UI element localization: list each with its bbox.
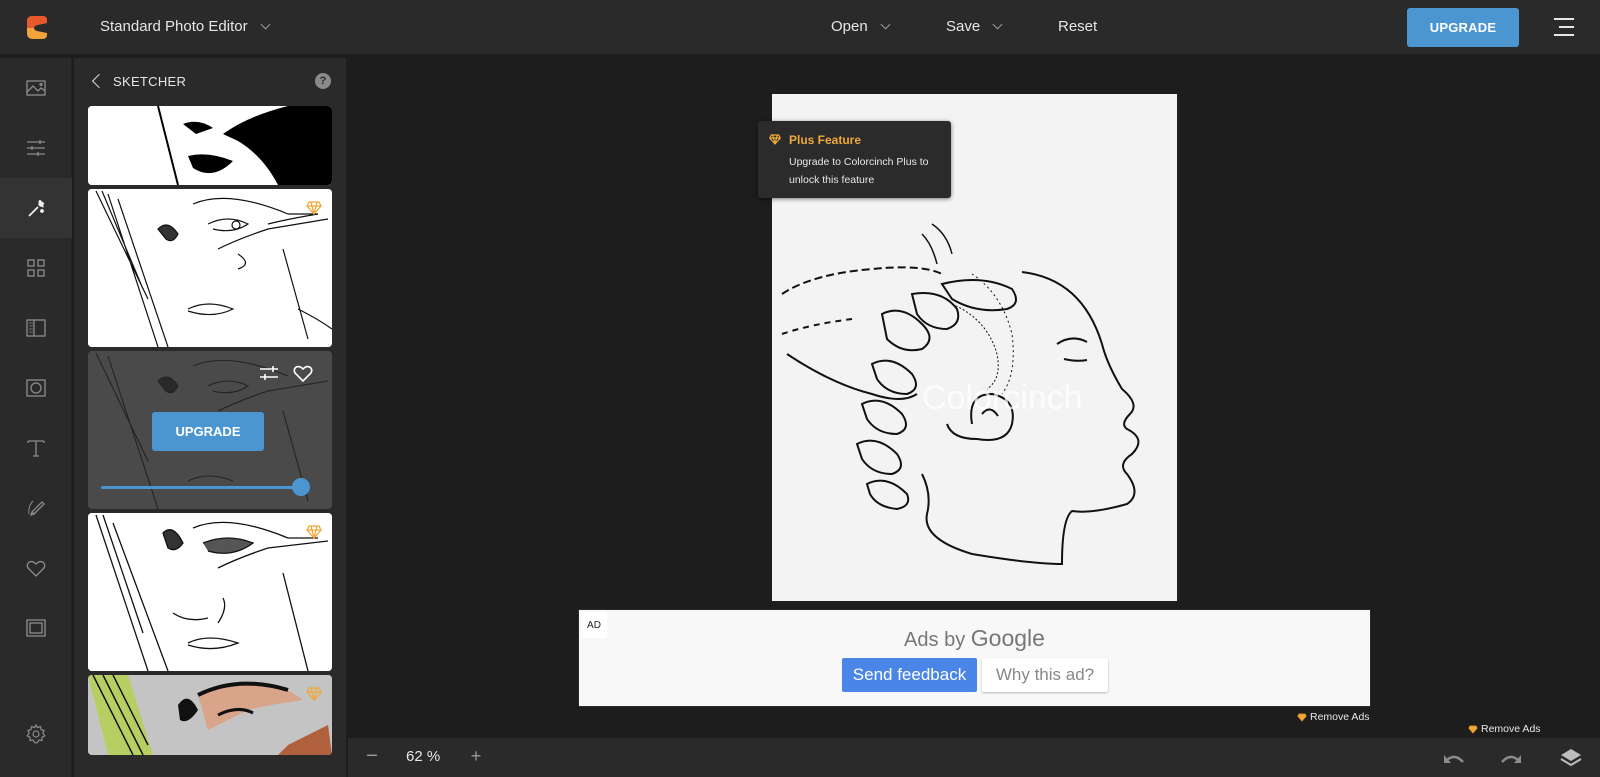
back-icon[interactable] bbox=[88, 72, 106, 92]
sidebar-item-frames[interactable] bbox=[0, 358, 72, 418]
remove-ads-label: Remove Ads bbox=[1481, 723, 1541, 735]
redo-icon[interactable] bbox=[1499, 747, 1525, 769]
plus-gem-icon bbox=[769, 134, 781, 145]
adjust-settings-icon[interactable] bbox=[258, 363, 280, 383]
settings-icon bbox=[26, 723, 46, 744]
thumbnail-preview bbox=[88, 675, 332, 755]
plus-feature-tooltip: Plus Feature Upgrade to Colorcinch Plus … bbox=[758, 121, 951, 198]
help-icon[interactable]: ? bbox=[315, 73, 331, 89]
remove-ads-label: Remove Ads bbox=[1310, 711, 1370, 723]
tool-sidebar bbox=[0, 58, 72, 777]
remove-ads-link[interactable]: Remove Ads bbox=[1297, 711, 1370, 723]
save-label: Save bbox=[946, 18, 981, 35]
editor-mode-label: Standard Photo Editor bbox=[100, 18, 248, 35]
thumbnail-preview bbox=[88, 513, 332, 671]
sidebar-item-text[interactable] bbox=[0, 418, 72, 478]
reset-label: Reset bbox=[1058, 18, 1098, 35]
border-icon bbox=[26, 619, 46, 637]
ads-by-label: Ads by bbox=[904, 629, 966, 651]
effect-thumbnail[interactable] bbox=[88, 513, 332, 671]
zoom-out-button[interactable]: − bbox=[362, 745, 382, 767]
effect-thumbnail-list[interactable]: UPGRADE bbox=[88, 106, 332, 777]
grid-icon bbox=[27, 259, 45, 277]
plus-gem-icon bbox=[1468, 724, 1478, 734]
sidebar-item-layout[interactable] bbox=[0, 238, 72, 298]
effect-thumbnail[interactable] bbox=[88, 106, 332, 185]
google-label: Google bbox=[970, 625, 1045, 651]
reset-button[interactable]: Reset bbox=[1058, 18, 1097, 35]
effect-thumbnail[interactable] bbox=[88, 675, 332, 755]
magic-wand-icon bbox=[28, 200, 45, 217]
heart-icon bbox=[26, 560, 46, 577]
intensity-slider-handle[interactable] bbox=[292, 478, 310, 496]
thumbnail-preview bbox=[88, 189, 332, 347]
editor-mode-dropdown[interactable]: Standard Photo Editor bbox=[100, 18, 271, 35]
chevron-down-icon bbox=[992, 19, 1003, 30]
plus-gem-icon bbox=[1297, 712, 1307, 722]
why-this-ad-button[interactable]: Why this ad? bbox=[982, 658, 1108, 692]
chevron-down-icon bbox=[260, 19, 271, 30]
overlay-icon bbox=[26, 319, 46, 337]
plus-gem-icon bbox=[306, 201, 322, 215]
send-feedback-button[interactable]: Send feedback bbox=[842, 658, 977, 692]
vignette-icon bbox=[26, 379, 46, 397]
remove-ads-link-footer[interactable]: Remove Ads bbox=[1468, 723, 1541, 735]
plus-gem-icon bbox=[306, 525, 322, 539]
image-icon bbox=[26, 80, 46, 96]
zoom-in-button[interactable]: + bbox=[466, 746, 486, 766]
save-menu[interactable]: Save bbox=[946, 18, 1003, 35]
sidebar-item-favorites[interactable] bbox=[0, 538, 72, 598]
sliders-icon bbox=[27, 140, 45, 156]
open-label: Open bbox=[831, 18, 868, 35]
thumbnail-upgrade-button[interactable]: UPGRADE bbox=[152, 412, 264, 451]
zoom-level: 62 % bbox=[406, 748, 441, 765]
sidebar-item-draw[interactable] bbox=[0, 478, 72, 538]
favorite-heart-icon[interactable] bbox=[292, 363, 314, 383]
chevron-down-icon bbox=[880, 19, 891, 30]
intensity-slider-track[interactable] bbox=[101, 486, 301, 489]
plus-gem-icon bbox=[306, 687, 322, 701]
open-menu[interactable]: Open bbox=[831, 18, 891, 35]
pencil-icon bbox=[28, 500, 45, 517]
top-bar: Standard Photo Editor Open Save Reset UP… bbox=[0, 0, 1600, 56]
sidebar-item-adjust[interactable] bbox=[0, 118, 72, 178]
watermark: Colorcinch bbox=[922, 379, 1083, 417]
ad-banner: AD Ads by Google Send feedback Why this … bbox=[578, 609, 1371, 707]
thumbnail-preview bbox=[88, 106, 332, 185]
panel-title: SKETCHER bbox=[113, 74, 187, 89]
sidebar-item-effects[interactable] bbox=[0, 178, 72, 238]
text-icon bbox=[27, 440, 45, 457]
upgrade-button[interactable]: UPGRADE bbox=[1407, 8, 1519, 47]
sidebar-item-borders[interactable] bbox=[0, 598, 72, 658]
panel-header: SKETCHER ? bbox=[74, 58, 346, 106]
layers-icon[interactable] bbox=[1558, 747, 1584, 769]
tooltip-title: Plus Feature bbox=[789, 133, 862, 147]
sketcher-panel: SKETCHER ? UPGRADE bbox=[74, 58, 346, 777]
tooltip-body: Upgrade to Colorcinch Plus to unlock thi… bbox=[789, 156, 929, 186]
menu-icon[interactable] bbox=[1554, 18, 1574, 36]
sidebar-item-image[interactable] bbox=[0, 58, 72, 118]
ads-by-google: Ads by Google bbox=[579, 625, 1370, 652]
colorcinch-logo[interactable] bbox=[23, 14, 49, 40]
effect-thumbnail-selected[interactable]: UPGRADE bbox=[88, 351, 332, 509]
sidebar-item-settings[interactable] bbox=[0, 704, 72, 764]
bottom-toolbar: − 62 % + bbox=[348, 738, 1600, 777]
undo-icon[interactable] bbox=[1440, 747, 1466, 769]
effect-thumbnail[interactable] bbox=[88, 189, 332, 347]
sidebar-item-overlays[interactable] bbox=[0, 298, 72, 358]
